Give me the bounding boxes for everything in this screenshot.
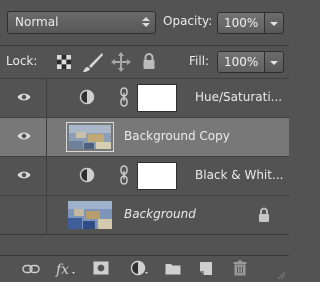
- opacity-value: 100%: [224, 16, 259, 30]
- lock-transparent-pixels-icon[interactable]: [56, 54, 72, 70]
- lock-icon: [259, 207, 269, 222]
- opacity-label: Opacity:: [163, 14, 213, 28]
- new-group-icon[interactable]: [165, 262, 181, 275]
- mask-link-chain-icon[interactable]: [119, 87, 129, 107]
- opacity-field[interactable]: 100%: [217, 12, 265, 34]
- resize-grip-icon[interactable]: [276, 270, 286, 280]
- blend-mode-select[interactable]: Normal: [7, 11, 156, 34]
- hue-saturation-adjustment-icon: [79, 89, 95, 105]
- lock-fill-row: Lock: Fill: 100%: [0, 46, 289, 78]
- delete-layer-icon[interactable]: [233, 260, 247, 276]
- svg-text:fx: fx: [55, 262, 69, 278]
- visibility-toggle[interactable]: [0, 196, 47, 234]
- layer-name: Background Copy: [124, 129, 230, 143]
- layer-image-thumbnail[interactable]: [68, 201, 112, 229]
- layer-mask-thumbnail[interactable]: [137, 84, 177, 112]
- layers-options-bar: Normal Opacity: 100%: [0, 0, 289, 45]
- mask-link-chain-icon[interactable]: [119, 165, 129, 185]
- visibility-toggle[interactable]: [0, 79, 47, 117]
- layer-row[interactable]: Background: [0, 195, 289, 234]
- select-arrows-icon: [142, 16, 150, 29]
- layer-name: Hue/Saturati...: [195, 90, 283, 104]
- eye-icon: [17, 132, 31, 140]
- layer-row-selected[interactable]: Background Copy: [0, 117, 289, 156]
- lock-label: Lock:: [6, 54, 38, 68]
- layer-name: Background: [124, 207, 196, 221]
- add-mask-icon[interactable]: [93, 261, 109, 275]
- layers-bottom-toolbar: fx: [0, 255, 289, 282]
- layer-row[interactable]: Hue/Saturati...: [0, 78, 289, 117]
- fill-dropdown-button[interactable]: [265, 51, 284, 73]
- lock-all-icon[interactable]: [142, 52, 156, 70]
- layer-row[interactable]: Black & Whit...: [0, 156, 289, 195]
- eye-icon: [17, 171, 31, 179]
- eye-icon: [17, 93, 31, 101]
- layer-name: Black & Whit...: [195, 168, 284, 182]
- link-layers-icon[interactable]: [22, 264, 40, 274]
- new-layer-icon[interactable]: [199, 261, 213, 276]
- opacity-dropdown-button[interactable]: [265, 12, 284, 34]
- lock-position-icon[interactable]: [110, 51, 132, 73]
- lock-image-pixels-icon[interactable]: [82, 51, 104, 73]
- divider: [0, 234, 289, 235]
- fill-value: 100%: [224, 55, 259, 69]
- visibility-toggle[interactable]: [0, 157, 47, 195]
- fill-label: Fill:: [189, 54, 210, 68]
- layer-style-fx-icon[interactable]: fx: [55, 260, 77, 278]
- layers-list: Hue/Saturati... Background Copy Black & …: [0, 78, 289, 238]
- black-white-adjustment-icon: [79, 167, 95, 183]
- visibility-toggle[interactable]: [0, 118, 47, 156]
- blend-mode-value: Normal: [15, 15, 59, 29]
- layer-image-thumbnail[interactable]: [66, 122, 114, 152]
- fill-field[interactable]: 100%: [217, 51, 265, 73]
- layer-mask-thumbnail[interactable]: [137, 162, 177, 190]
- adjustment-layer-icon[interactable]: [130, 260, 150, 276]
